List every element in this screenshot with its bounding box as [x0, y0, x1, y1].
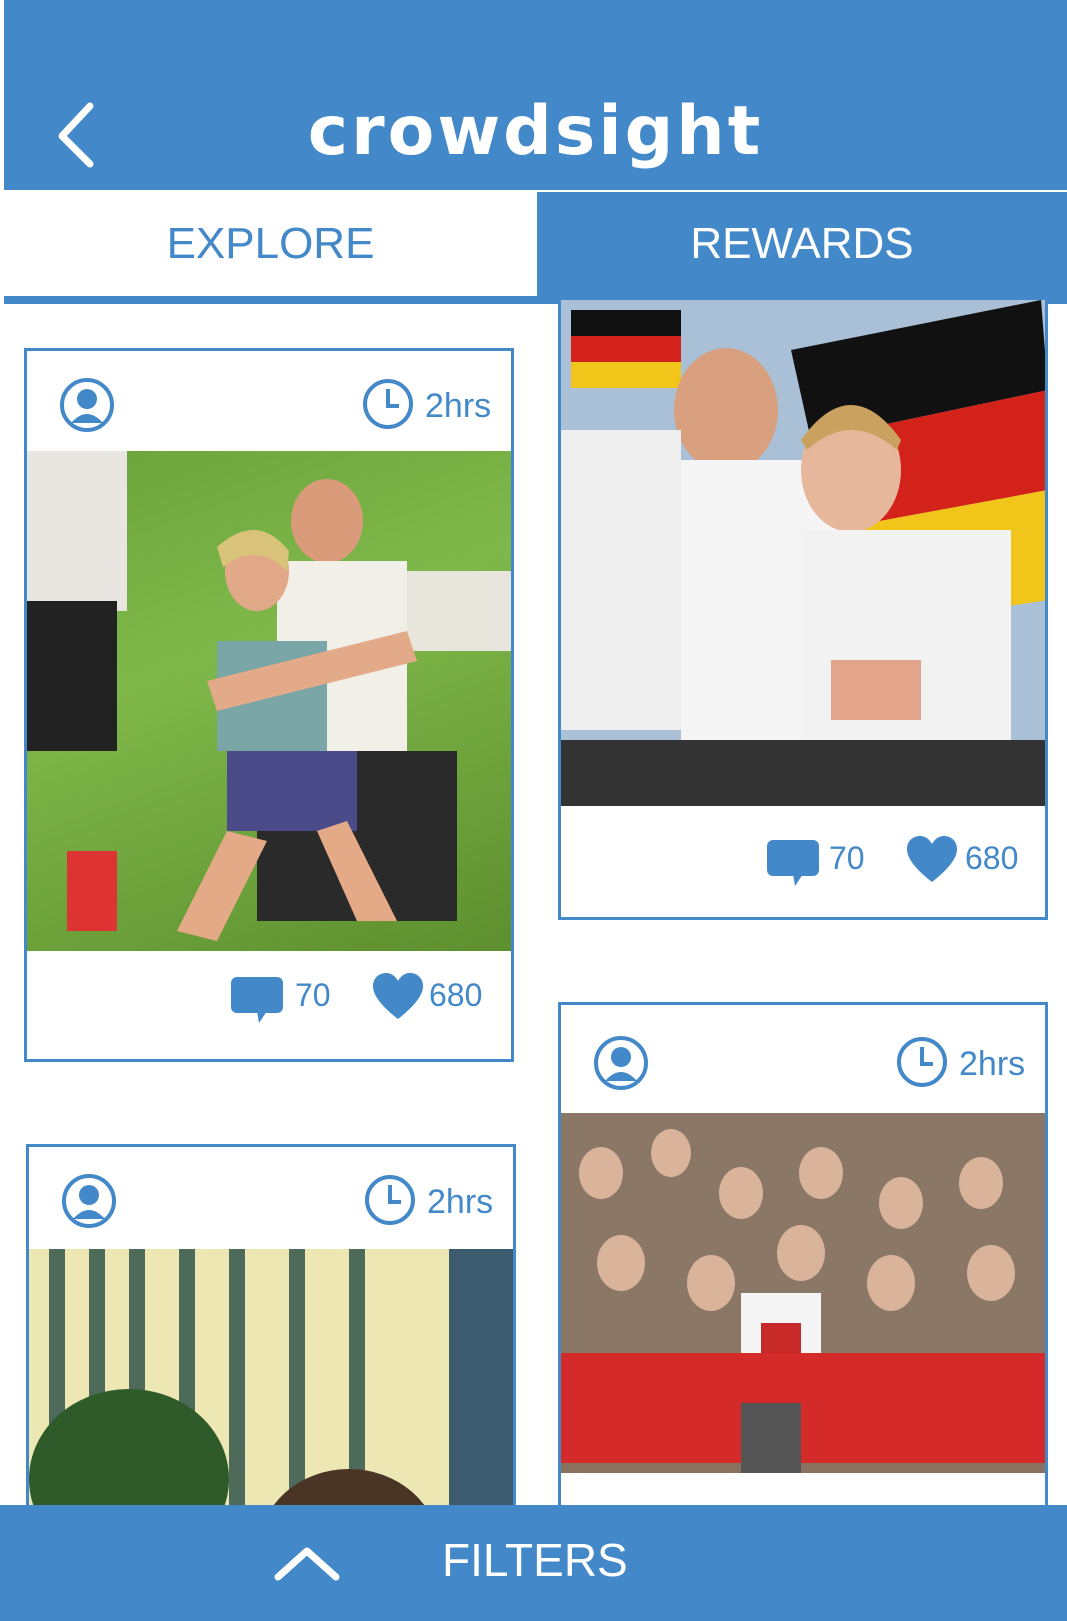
- comment-icon[interactable]: [767, 840, 819, 888]
- heart-icon[interactable]: [373, 973, 423, 1021]
- post-photo[interactable]: [561, 1113, 1045, 1473]
- post-photo[interactable]: [27, 451, 511, 951]
- tab-rewards[interactable]: REWARDS: [537, 192, 1067, 296]
- post-time: 2hrs: [959, 1045, 1026, 1083]
- clock-icon: [897, 1037, 947, 1087]
- clock-icon: [363, 379, 413, 429]
- feed-card[interactable]: 70 680: [558, 300, 1048, 920]
- post-photo[interactable]: [561, 300, 1045, 806]
- post-time: 2hrs: [425, 387, 492, 425]
- app-title: crowdsight: [307, 92, 764, 171]
- filters-label[interactable]: FILTERS: [442, 1533, 628, 1587]
- user-avatar-icon[interactable]: [593, 1035, 649, 1091]
- like-count: 680: [965, 840, 1019, 876]
- user-avatar-icon[interactable]: [61, 1173, 117, 1229]
- clock-icon: [365, 1175, 415, 1225]
- feed-card[interactable]: 2hrs: [558, 1002, 1048, 1562]
- feed-card[interactable]: 2hrs: [26, 1144, 516, 1564]
- comment-count: 70: [295, 977, 331, 1013]
- comment-count: 70: [829, 840, 865, 876]
- heart-icon[interactable]: [907, 836, 957, 884]
- tab-explore[interactable]: EXPLORE: [4, 192, 537, 296]
- comment-icon[interactable]: [231, 977, 283, 1025]
- app-header: crowdsight: [4, 0, 1067, 190]
- filters-bar[interactable]: FILTERS: [0, 1505, 1067, 1621]
- chevron-up-icon[interactable]: [272, 1543, 342, 1583]
- like-count: 680: [429, 977, 483, 1013]
- user-avatar-icon[interactable]: [59, 377, 115, 433]
- post-time: 2hrs: [427, 1183, 494, 1221]
- feed-card[interactable]: 2hrs 70 680: [24, 348, 514, 1062]
